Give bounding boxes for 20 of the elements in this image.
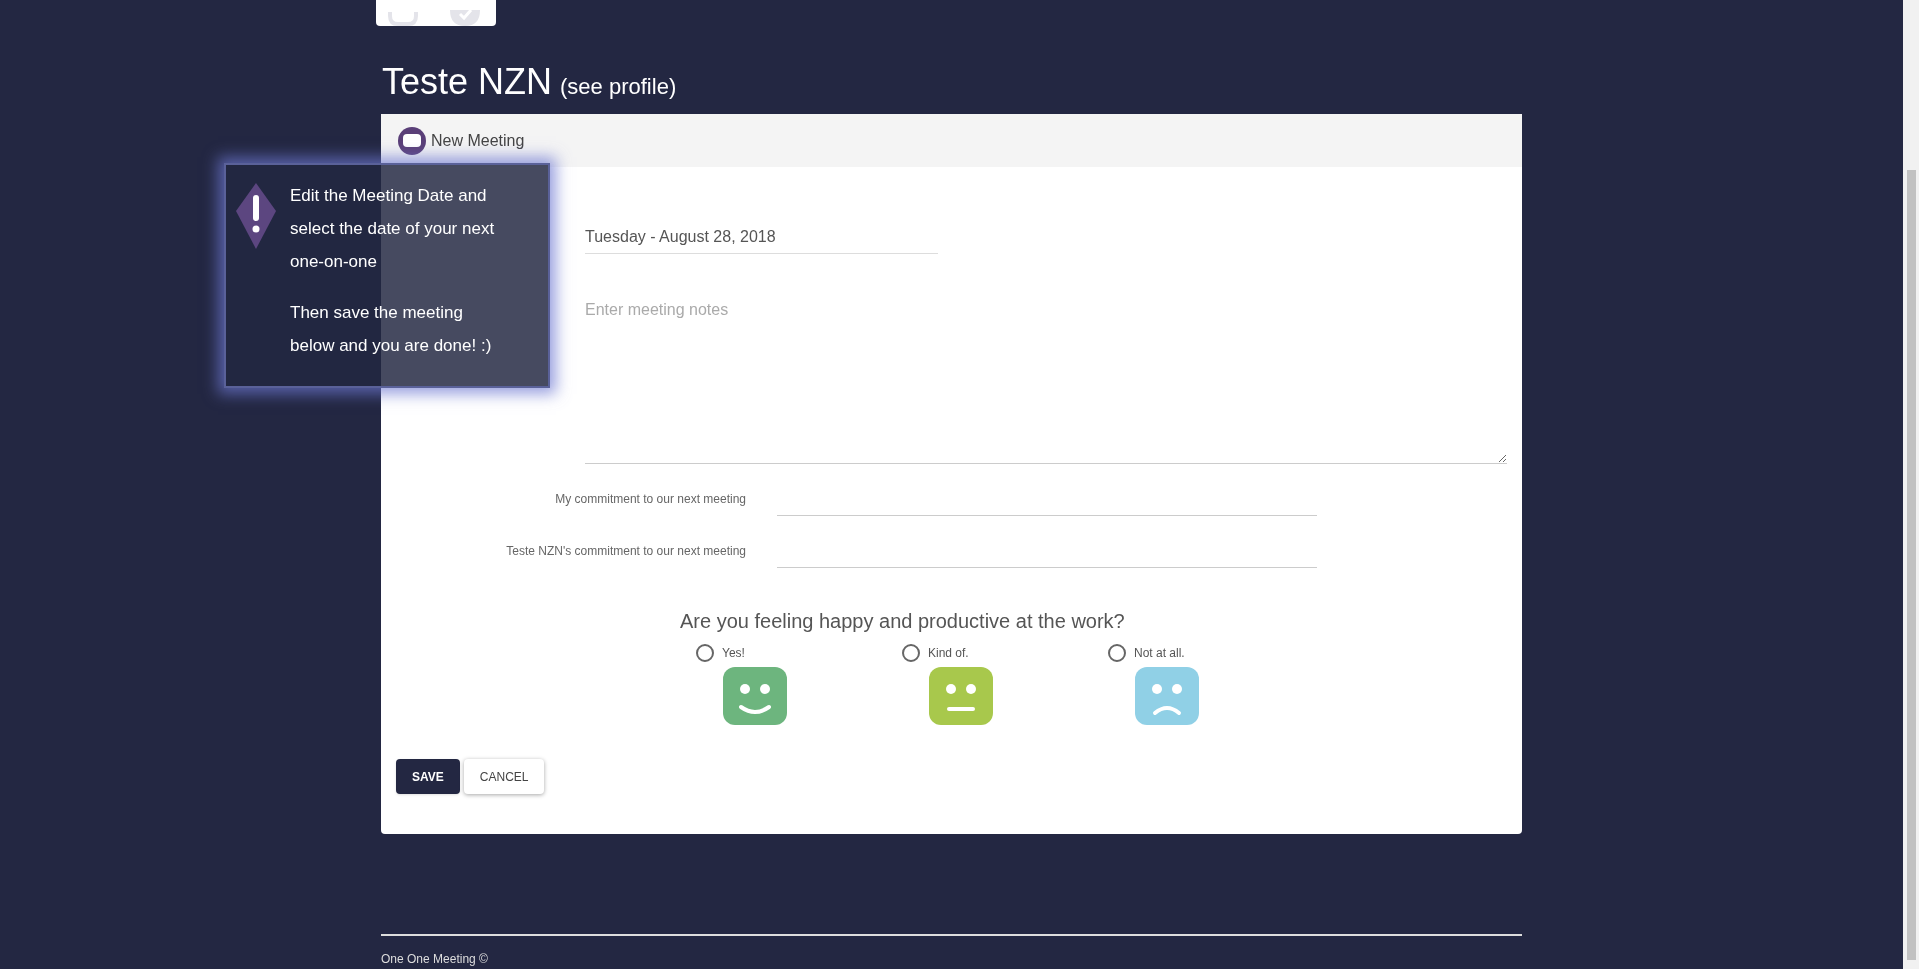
notes-field[interactable]: Enter meeting notes [585,294,1507,464]
tooltip-text: Edit the Meeting Date and select the date of your next one-on-one [290,185,496,273]
chat-bubble-icon [397,125,427,156]
scrollbar[interactable] [1903,0,1919,969]
save-button[interactable]: SAVE [396,759,460,794]
panel-title: New Meeting [431,130,525,151]
see-profile-link[interactable]: (see profile) [560,70,677,103]
tooltip-text: Then save the meeting below and you are done! :) [290,302,493,357]
mood-radio[interactable]: Not at all. [1108,644,1185,662]
footer-text: One One Meeting © [381,952,489,966]
alert-icon [234,181,278,251]
mood-question: Are you feeling happy and productive at the work? [680,609,1126,634]
cancel-button[interactable]: CANCEL [463,759,545,794]
field-label: Teste NZN's commitment to our next meeting [505,543,746,560]
profile-name: Teste NZN [382,60,553,104]
date-field[interactable]: Tuesday - August 28, 2018 [585,221,938,254]
mood-radio[interactable]: Kind of. [902,644,969,662]
check-icon[interactable] [450,10,480,26]
field-label: My commitment to our next meeting [554,491,746,508]
mood-radio[interactable]: Yes! [696,644,745,662]
